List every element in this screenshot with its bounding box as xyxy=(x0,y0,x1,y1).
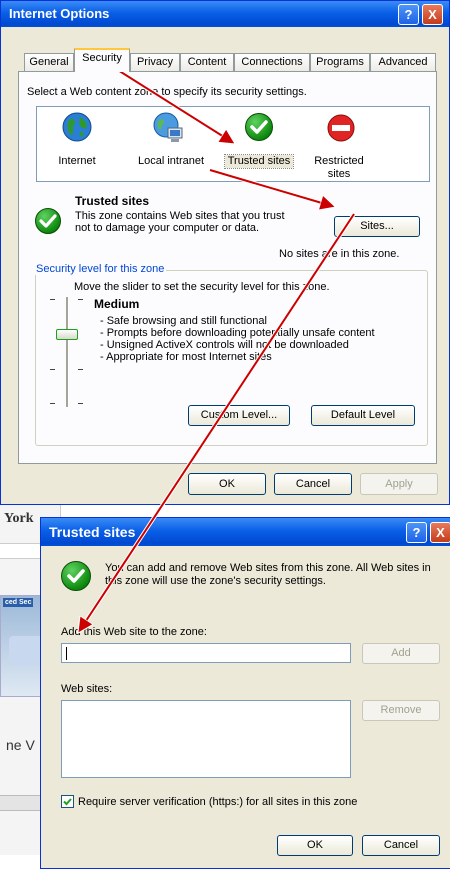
apply-button: Apply xyxy=(360,473,438,495)
security-tab-panel: Select a Web content zone to specify its… xyxy=(18,71,437,464)
tab-connections[interactable]: Connections xyxy=(234,53,310,71)
text-cursor xyxy=(66,647,67,660)
websites-list[interactable] xyxy=(61,700,351,778)
sites-button[interactable]: Sites... xyxy=(334,216,420,237)
security-slider[interactable] xyxy=(44,297,84,407)
security-level-group: Security level for this zone Move the sl… xyxy=(34,263,428,446)
trusted-sites-window: Trusted sites ? X You can add and remove… xyxy=(40,517,450,869)
internet-options-window: Internet Options ? X General Security Pr… xyxy=(0,0,450,505)
ok-button[interactable]: OK xyxy=(188,473,266,495)
tab-programs[interactable]: Programs xyxy=(310,53,370,71)
zone-trusted-sites-label: Trusted sites xyxy=(224,154,294,169)
trusted-check-icon xyxy=(61,561,91,591)
zone-local-intranet-label: Local intranet xyxy=(137,155,205,167)
security-bullet-4: - Appropriate for most Internet sites xyxy=(100,351,272,363)
slider-tick-3b xyxy=(78,369,83,370)
security-bullet-2: - Prompts before downloading potentially… xyxy=(100,327,375,339)
zone-check-icon xyxy=(35,208,61,234)
custom-level-button[interactable]: Custom Level... xyxy=(188,405,290,426)
background-text-fragment: ne V xyxy=(6,737,35,753)
tab-content[interactable]: Content xyxy=(180,53,234,71)
background-tag-fragment: ced Sec xyxy=(3,598,34,607)
slider-tick-4 xyxy=(50,403,55,404)
green-check-icon xyxy=(245,113,273,141)
slider-track xyxy=(66,297,69,407)
zone-description: This zone contains Web sites that you tr… xyxy=(75,210,285,234)
trusted-sites-title: Trusted sites xyxy=(49,524,136,540)
window-title: Internet Options xyxy=(9,6,110,21)
trusted-ok-button[interactable]: OK xyxy=(277,835,353,856)
trusted-sites-titlebar: Trusted sites xyxy=(41,518,450,546)
remove-button: Remove xyxy=(362,700,440,721)
internet-options-titlebar: Internet Options xyxy=(1,1,449,27)
globe-icon xyxy=(62,112,92,142)
tab-general[interactable]: General xyxy=(24,53,74,71)
add-button: Add xyxy=(362,643,440,664)
zone-prompt: Select a Web content zone to specify its… xyxy=(27,86,307,98)
background-title-fragment: York xyxy=(4,511,34,526)
slider-tick-4b xyxy=(78,403,83,404)
network-icon xyxy=(153,112,183,142)
add-site-input[interactable] xyxy=(61,643,351,663)
zone-title: Trusted sites xyxy=(75,194,150,208)
zone-local-intranet[interactable]: Local intranet xyxy=(129,111,209,175)
slider-tick-1 xyxy=(50,299,55,300)
slider-prompt: Move the slider to set the security leve… xyxy=(74,281,330,293)
security-bullet-3: - Unsigned ActiveX controls will not be … xyxy=(100,339,349,351)
stop-icon xyxy=(327,114,355,142)
trusted-close-button[interactable]: X xyxy=(430,522,450,543)
security-bullet-1: - Safe browsing and still functional xyxy=(100,315,267,327)
close-button[interactable]: X xyxy=(422,4,443,25)
help-button[interactable]: ? xyxy=(398,4,419,25)
trusted-cancel-button[interactable]: Cancel xyxy=(362,835,440,856)
require-https-checkbox[interactable] xyxy=(61,795,74,808)
tab-privacy[interactable]: Privacy xyxy=(130,53,180,71)
tab-security[interactable]: Security xyxy=(74,48,130,72)
slider-tick-1b xyxy=(78,299,83,300)
checkmark-icon xyxy=(63,798,72,806)
zone-list: Internet Local intranet Trusted sites Re… xyxy=(36,106,430,182)
zone-trusted-sites[interactable]: Trusted sites xyxy=(224,111,294,175)
zone-internet-label: Internet xyxy=(58,155,96,167)
security-level-legend: Security level for this zone xyxy=(34,263,167,275)
websites-label: Web sites: xyxy=(61,683,113,695)
zone-restricted-sites[interactable]: Restricted sites xyxy=(307,111,375,180)
trusted-help-button[interactable]: ? xyxy=(406,522,427,543)
trusted-info-text: You can add and remove Web sites from th… xyxy=(105,562,431,587)
zone-internet[interactable]: Internet xyxy=(47,111,107,175)
require-https-label[interactable]: Require server verification (https:) for… xyxy=(78,796,357,808)
add-site-label: Add this Web site to the zone: xyxy=(61,626,207,638)
no-sites-text: No sites are in this zone. xyxy=(279,248,400,260)
zone-restricted-sites-label: Restricted sites xyxy=(314,155,364,180)
cancel-button[interactable]: Cancel xyxy=(274,473,352,495)
slider-tick-3 xyxy=(50,369,55,370)
default-level-button[interactable]: Default Level xyxy=(311,405,415,426)
slider-thumb[interactable] xyxy=(56,329,78,340)
tab-advanced[interactable]: Advanced xyxy=(370,53,436,71)
security-level-name: Medium xyxy=(94,297,140,311)
